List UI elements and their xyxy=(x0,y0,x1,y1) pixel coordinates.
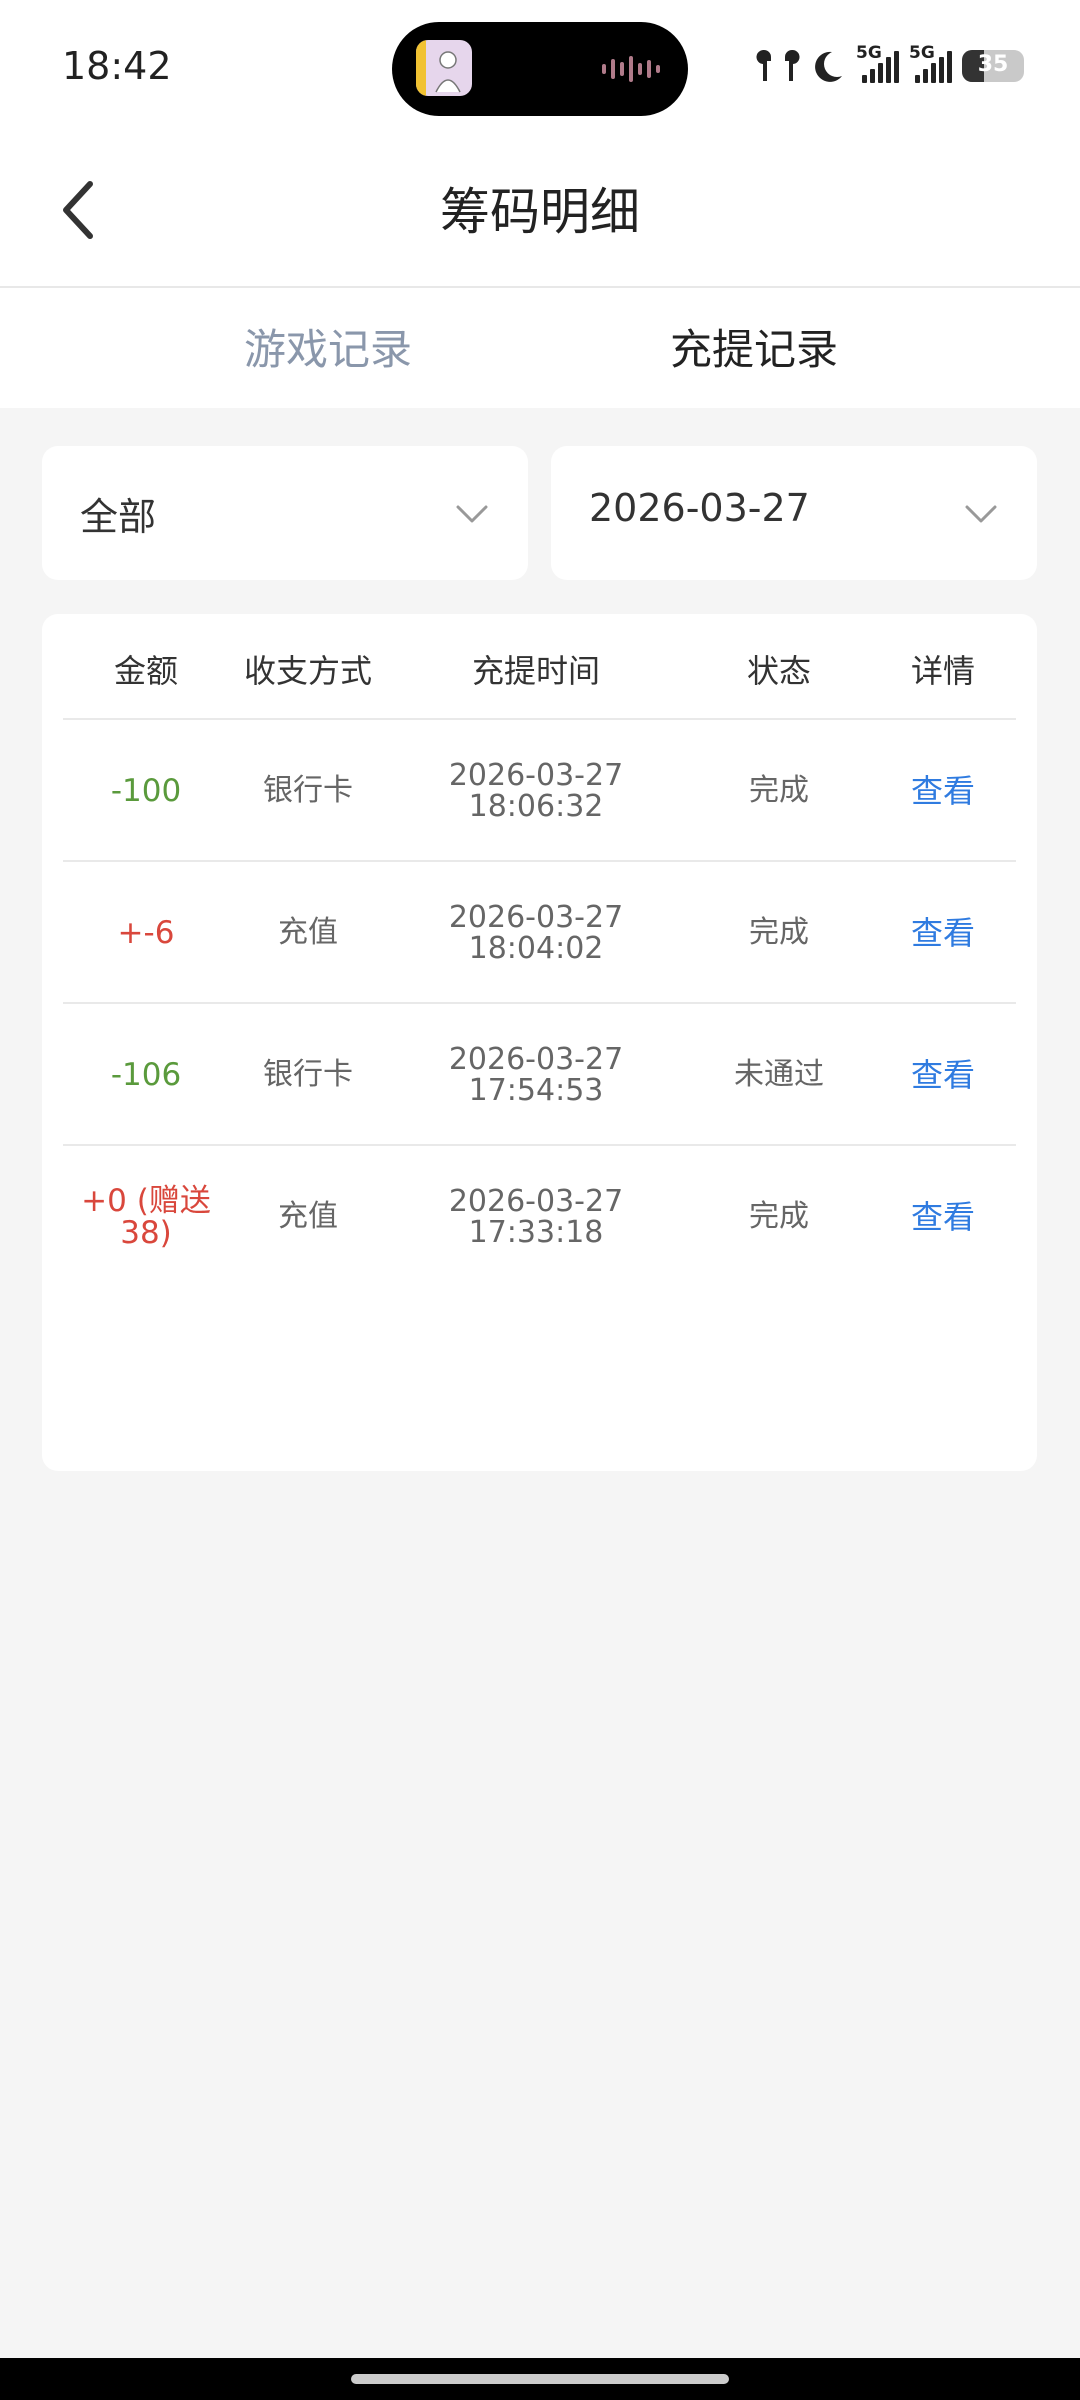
records-table: 金额 收支方式 充提时间 状态 详情 -100 银行卡 2026-03-27 1… xyxy=(42,614,1037,1471)
view-detail-link[interactable]: 查看 xyxy=(911,917,975,949)
row-time: 17:54:53 xyxy=(468,1073,604,1108)
row-status: 完成 xyxy=(749,1199,809,1234)
row-amount: -100 xyxy=(110,773,182,809)
row-date: 2026-03-27 xyxy=(448,1042,624,1077)
row-time: 18:04:02 xyxy=(468,931,604,966)
row-date: 2026-03-27 xyxy=(448,900,624,935)
row-time: 18:06:32 xyxy=(468,789,604,824)
page-title: 筹码明细 xyxy=(440,183,640,241)
system-icons: 5G 5G 35 xyxy=(756,43,1024,88)
view-detail-link[interactable]: 查看 xyxy=(911,775,975,807)
network-label: 5G xyxy=(909,43,935,63)
row-status: 完成 xyxy=(749,773,809,808)
nav-bar: 筹码明细 xyxy=(0,130,1080,288)
home-indicator[interactable] xyxy=(351,2374,729,2384)
column-header-method: 收支方式 xyxy=(243,652,373,690)
network-label: 5G xyxy=(856,43,882,63)
tab-bar: 游戏记录 充提记录 xyxy=(0,288,1080,408)
row-amount: -106 xyxy=(110,1057,182,1093)
column-header-amount: 金额 xyxy=(113,652,179,690)
date-filter-value: 2026-03-27 xyxy=(589,486,810,530)
column-header-time: 充提时间 xyxy=(471,652,601,690)
chevron-down-icon xyxy=(965,505,997,523)
earbuds-icon xyxy=(756,49,800,81)
row-divider xyxy=(63,1002,1016,1004)
view-detail-link[interactable]: 查看 xyxy=(911,1201,975,1233)
home-indicator-bar xyxy=(0,2358,1080,2400)
type-filter-select[interactable]: 全部 xyxy=(42,446,528,580)
row-method: 银行卡 xyxy=(263,773,353,808)
row-method: 充值 xyxy=(278,915,338,950)
row-amount: +0 (赠送38) xyxy=(81,1183,211,1251)
tab-game-records[interactable]: 游戏记录 xyxy=(244,316,412,377)
now-playing-app-icon[interactable] xyxy=(416,40,472,96)
view-detail-link[interactable]: 查看 xyxy=(911,1059,975,1091)
row-divider xyxy=(63,860,1016,862)
audio-wave-icon xyxy=(602,56,660,82)
signal-icon: 5G xyxy=(856,43,899,83)
row-status: 完成 xyxy=(749,915,809,950)
battery-level: 35 xyxy=(977,52,1009,77)
status-bar: 18:42 5G 5G 35 xyxy=(0,0,1080,130)
row-date: 2026-03-27 xyxy=(448,1184,624,1219)
column-header-status: 状态 xyxy=(746,652,812,690)
moon-icon xyxy=(815,51,842,82)
row-status: 未通过 xyxy=(734,1057,824,1092)
chevron-down-icon xyxy=(456,505,488,523)
row-divider xyxy=(63,1144,1016,1146)
column-header-detail: 详情 xyxy=(910,652,976,690)
signal-icon: 5G xyxy=(909,43,952,83)
row-method: 银行卡 xyxy=(263,1057,353,1092)
status-time: 18:42 xyxy=(62,44,172,88)
row-date: 2026-03-27 xyxy=(448,758,624,793)
row-time: 17:33:18 xyxy=(468,1215,604,1250)
row-method: 充值 xyxy=(278,1199,338,1234)
date-filter-select[interactable]: 2026-03-27 xyxy=(551,446,1037,580)
type-filter-value: 全部 xyxy=(80,495,157,539)
row-divider xyxy=(63,718,1016,720)
tab-deposit-withdraw-records[interactable]: 充提记录 xyxy=(670,316,838,377)
row-amount: +-6 xyxy=(117,915,175,951)
dynamic-island[interactable] xyxy=(392,22,688,116)
battery-icon: 35 xyxy=(962,50,1024,82)
table-header: 金额 收支方式 充提时间 状态 详情 xyxy=(42,614,1037,718)
